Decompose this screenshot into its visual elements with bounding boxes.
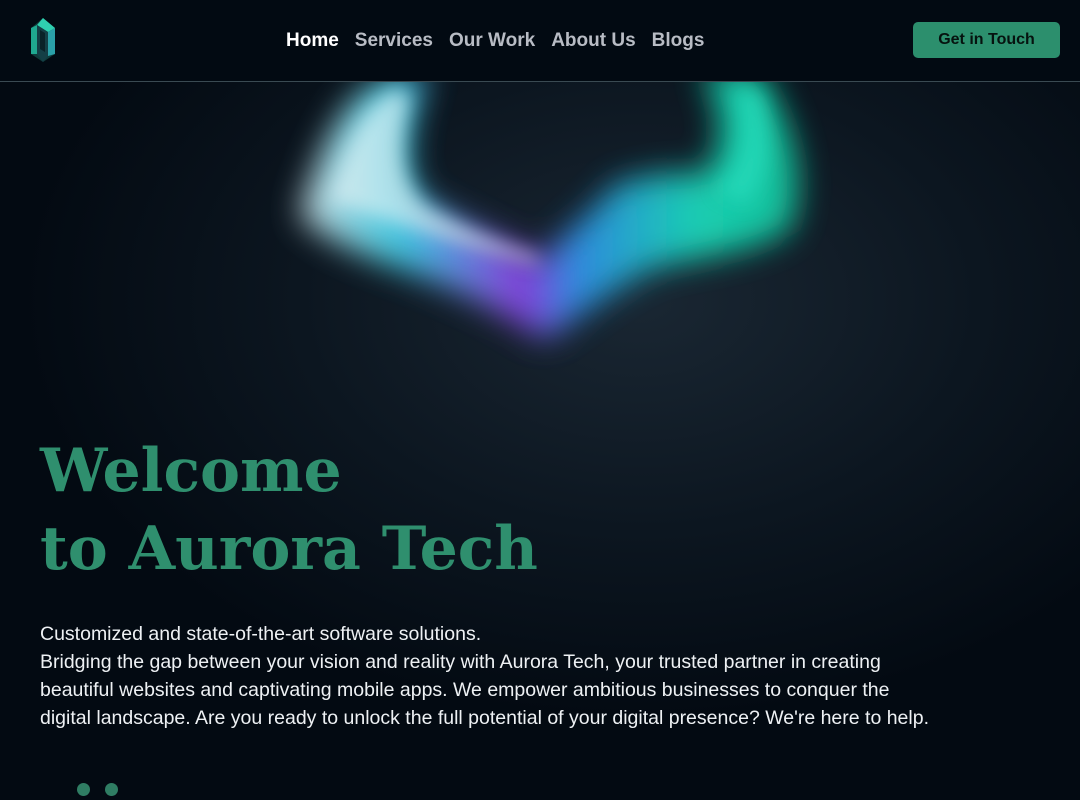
site-header: Home Services Our Work About Us Blogs Ge…: [0, 0, 1080, 82]
hero-body-line-2: beautiful websites and captivating mobil…: [40, 679, 890, 701]
nav-item-our-work[interactable]: Our Work: [449, 28, 535, 54]
carousel-dots: [77, 783, 118, 796]
hero-body-line-1: Bridging the gap between your vision and…: [40, 651, 881, 673]
hero-title: Welcome to Aurora Tech: [40, 432, 538, 588]
hero-description: Customized and state-of-the-art software…: [40, 620, 1050, 732]
hero-subtitle: Customized and state-of-the-art software…: [40, 623, 482, 645]
hero-body-line-3: digital landscape. Are you ready to unlo…: [40, 707, 929, 729]
nav-item-about-us[interactable]: About Us: [551, 28, 635, 54]
landing-page: Home Services Our Work About Us Blogs Ge…: [0, 0, 1080, 800]
hero-title-line-1: Welcome: [40, 436, 342, 506]
get-in-touch-button[interactable]: Get in Touch: [913, 22, 1060, 58]
aurora-crystal-logo-icon[interactable]: [28, 16, 58, 64]
carousel-dot[interactable]: [105, 783, 118, 796]
carousel-dot[interactable]: [77, 783, 90, 796]
main-navigation: Home Services Our Work About Us Blogs: [286, 28, 704, 54]
nav-item-home[interactable]: Home: [286, 28, 339, 54]
nav-item-services[interactable]: Services: [355, 28, 433, 54]
nav-item-blogs[interactable]: Blogs: [652, 28, 705, 54]
hero-title-line-2: to Aurora Tech: [40, 514, 538, 584]
